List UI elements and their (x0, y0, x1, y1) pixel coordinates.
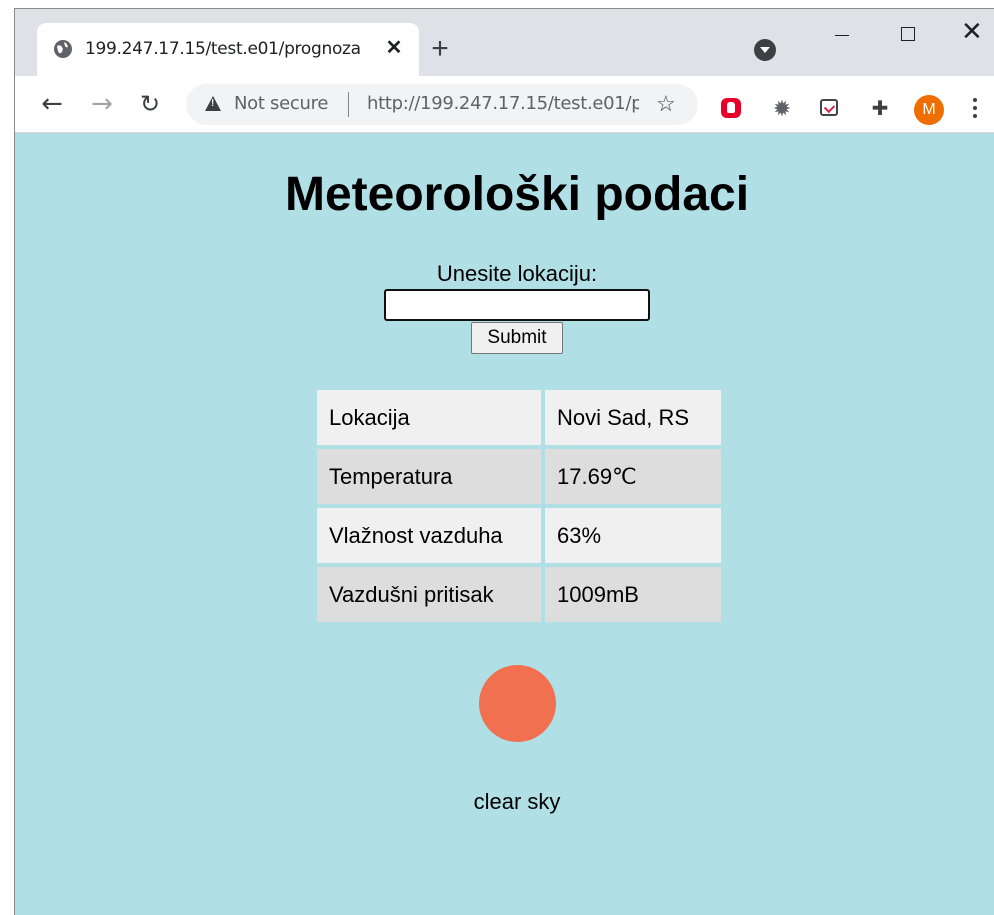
table-row: Temperatura 17.69℃ (317, 449, 721, 504)
row-value: 17.69℃ (545, 449, 721, 504)
browser-window: 199.247.17.15/test.e01/prognoza ✕ + ✕ ← … (14, 8, 994, 915)
submit-button[interactable]: Submit (471, 322, 563, 354)
window-close-icon[interactable]: ✕ (947, 17, 994, 53)
browser-tab[interactable]: 199.247.17.15/test.e01/prognoza ✕ (37, 23, 419, 76)
page-content: Meteorološki podaci Unesite lokaciju: Su… (15, 133, 994, 915)
adblock-extension-icon[interactable] (721, 98, 741, 118)
address-bar[interactable]: Not secure http://199.247.17.15/test.e01… (186, 84, 698, 125)
row-label: Vlažnost vazduha (317, 508, 541, 563)
tab-title: 199.247.17.15/test.e01/prognoza (85, 39, 361, 59)
kebab-menu-icon[interactable] (972, 98, 978, 122)
row-value: 1009mB (545, 567, 721, 622)
forward-arrow-icon[interactable]: → (87, 89, 117, 119)
globe-icon (54, 40, 72, 58)
browser-toolbar: ← → ↻ Not secure http://199.247.17.15/te… (15, 76, 994, 133)
warning-icon[interactable] (205, 96, 221, 111)
url-text[interactable]: http://199.247.17.15/test.e01/prognoza (367, 93, 639, 115)
row-label: Temperatura (317, 449, 541, 504)
security-label[interactable]: Not secure (234, 93, 328, 115)
page-title: Meteorološki podaci (284, 168, 750, 221)
new-tab-button[interactable]: + (426, 34, 454, 64)
tab-close-icon[interactable]: ✕ (382, 36, 406, 60)
pocket-extension-icon[interactable] (820, 99, 838, 116)
location-input[interactable] (384, 289, 650, 321)
address-separator (348, 92, 349, 117)
gear-extension-icon[interactable]: ✹ (770, 97, 794, 121)
row-value: Novi Sad, RS (545, 390, 721, 445)
row-label: Lokacija (317, 390, 541, 445)
reload-icon[interactable]: ↻ (135, 89, 165, 119)
extensions-puzzle-icon[interactable]: ✚ (868, 97, 892, 121)
table-row: Vazdušni pritisak 1009mB (317, 567, 721, 622)
location-label: Unesite lokaciju: (436, 261, 598, 286)
sun-icon (479, 665, 556, 742)
table-row: Vlažnost vazduha 63% (317, 508, 721, 563)
maximize-icon[interactable] (881, 17, 935, 53)
tab-search-icon[interactable] (754, 39, 776, 61)
profile-avatar[interactable]: M (914, 95, 944, 125)
minimize-icon[interactable] (815, 17, 869, 53)
tab-strip: 199.247.17.15/test.e01/prognoza ✕ + ✕ (15, 9, 994, 76)
bookmark-star-icon[interactable]: ☆ (656, 91, 676, 117)
row-value: 63% (545, 508, 721, 563)
back-arrow-icon[interactable]: ← (37, 89, 67, 119)
table-row: Lokacija Novi Sad, RS (317, 390, 721, 445)
weather-table: Lokacija Novi Sad, RS Temperatura 17.69℃… (313, 386, 725, 626)
row-label: Vazdušni pritisak (317, 567, 541, 622)
location-form: Unesite lokaciju: Submit (15, 261, 994, 354)
weather-description: clear sky (473, 789, 561, 814)
